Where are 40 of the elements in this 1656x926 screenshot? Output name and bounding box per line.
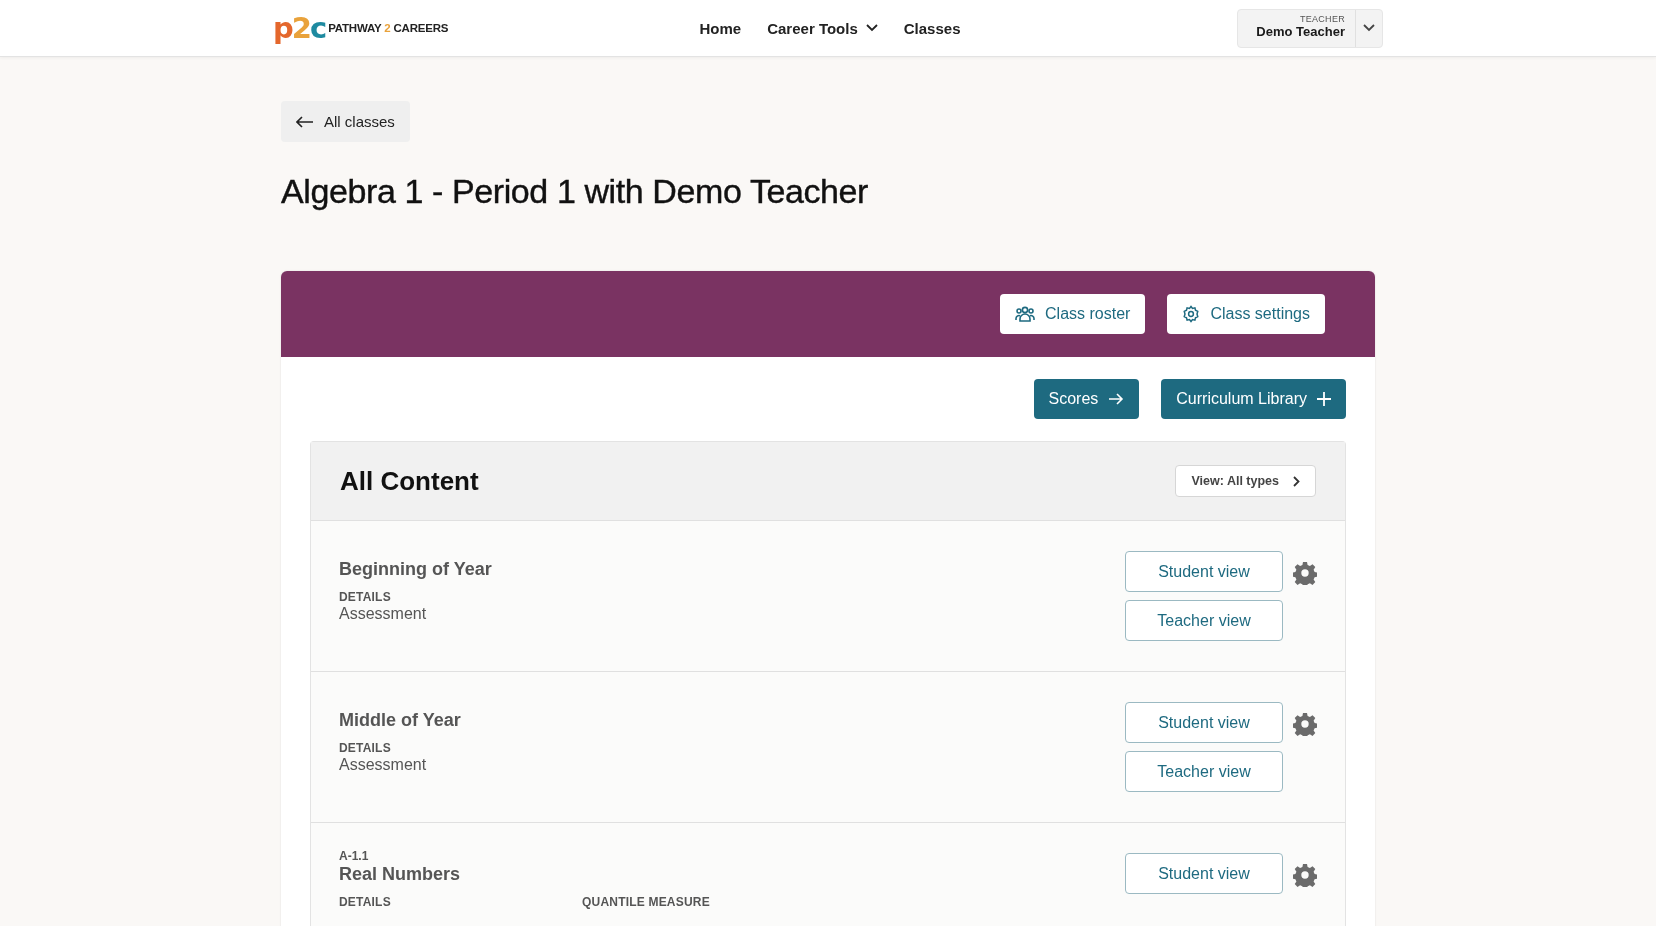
panel-title: All Content bbox=[340, 465, 479, 497]
field-label: DETAILS bbox=[339, 741, 392, 755]
page-title: Algebra 1 - Period 1 with Demo Teacher bbox=[281, 172, 870, 211]
gear-icon[interactable] bbox=[1293, 712, 1317, 736]
chevron-right-icon bbox=[1293, 475, 1300, 487]
people-icon bbox=[1015, 306, 1036, 322]
arrow-left-icon bbox=[296, 115, 314, 128]
user-name: Demo Teacher bbox=[1256, 23, 1345, 39]
plus-icon bbox=[1317, 392, 1331, 406]
teacher-view-button[interactable]: Teacher view bbox=[1125, 751, 1283, 792]
student-view-button[interactable]: Student view bbox=[1125, 853, 1283, 894]
student-view-button[interactable]: Student view bbox=[1125, 551, 1283, 592]
field-label: DETAILS bbox=[339, 895, 392, 909]
class-settings-button[interactable]: Class settings bbox=[1167, 294, 1325, 334]
user-role: TEACHER bbox=[1298, 13, 1345, 24]
teacher-view-button[interactable]: Teacher view bbox=[1125, 600, 1283, 641]
curriculum-library-button[interactable]: Curriculum Library bbox=[1161, 379, 1346, 419]
settings-icon bbox=[1182, 305, 1201, 323]
item-code: A-1.1 bbox=[339, 849, 370, 863]
class-roster-button[interactable]: Class roster bbox=[1000, 294, 1146, 334]
item-title: Real Numbers bbox=[339, 864, 462, 885]
scores-button[interactable]: Scores bbox=[1033, 379, 1140, 419]
field-value: Assessment bbox=[339, 756, 428, 774]
chevron-down-icon bbox=[1363, 24, 1375, 32]
arrow-right-icon bbox=[1108, 392, 1125, 406]
nav-link[interactable]: Classes bbox=[899, 19, 961, 37]
field-label: DETAILS bbox=[339, 590, 392, 604]
nav-link[interactable]: Home bbox=[695, 19, 742, 37]
nav-link[interactable]: Career Tools bbox=[763, 19, 878, 37]
field-value: Assessment bbox=[339, 605, 428, 623]
user-menu[interactable]: TEACHER Demo Teacher bbox=[1237, 8, 1383, 48]
item-title: Middle of Year bbox=[339, 710, 462, 731]
back-button[interactable]: All classes bbox=[281, 101, 410, 142]
field-label: QUANTILE MEASURE bbox=[582, 895, 711, 909]
student-view-button[interactable]: Student view bbox=[1125, 702, 1283, 743]
gear-icon[interactable] bbox=[1293, 561, 1317, 585]
item-title: Beginning of Year bbox=[339, 559, 493, 580]
view-filter-button[interactable]: View: All types bbox=[1175, 465, 1316, 497]
chevron-down-icon bbox=[865, 24, 878, 32]
gear-icon[interactable] bbox=[1293, 863, 1317, 887]
